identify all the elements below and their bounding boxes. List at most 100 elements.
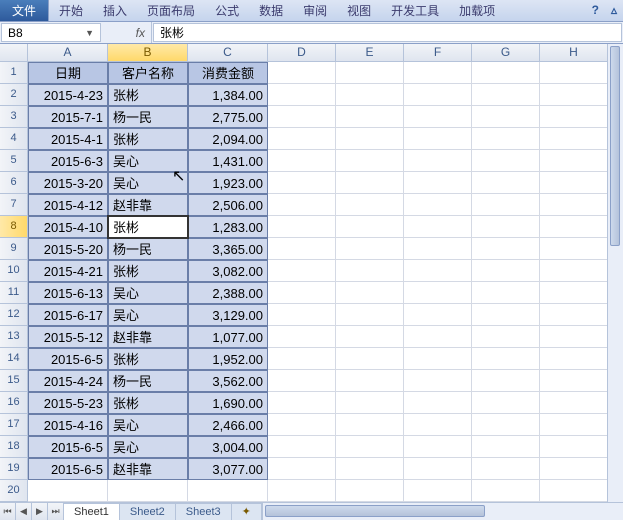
column-header-G[interactable]: G [472, 44, 540, 62]
cell-G6[interactable] [472, 172, 540, 194]
cell-E10[interactable] [336, 260, 404, 282]
row-header-20[interactable]: 20 [0, 480, 28, 502]
cell-H16[interactable] [540, 392, 608, 414]
cell-E9[interactable] [336, 238, 404, 260]
cell-C2[interactable]: 1,384.00 [188, 84, 268, 106]
cell-C8[interactable]: 1,283.00 [188, 216, 268, 238]
cell-D10[interactable] [268, 260, 336, 282]
column-header-E[interactable]: E [336, 44, 404, 62]
cell-E2[interactable] [336, 84, 404, 106]
ribbon-tab-5[interactable]: 审阅 [293, 0, 337, 21]
cell-H20[interactable] [540, 480, 608, 502]
cell-F1[interactable] [404, 62, 472, 84]
column-header-C[interactable]: C [188, 44, 268, 62]
cell-B11[interactable]: 吴心 [108, 282, 188, 304]
cell-F2[interactable] [404, 84, 472, 106]
cell-E4[interactable] [336, 128, 404, 150]
cell-A7[interactable]: 2015-4-12 [28, 194, 108, 216]
cell-D8[interactable] [268, 216, 336, 238]
fx-label[interactable]: fx [102, 22, 152, 43]
cell-F20[interactable] [404, 480, 472, 502]
sheet-tab-Sheet3[interactable]: Sheet3 [176, 503, 232, 520]
column-header-F[interactable]: F [404, 44, 472, 62]
cell-H12[interactable] [540, 304, 608, 326]
sheet-nav-2[interactable]: ▶ [32, 503, 48, 520]
cell-E12[interactable] [336, 304, 404, 326]
ribbon-tab-6[interactable]: 视图 [337, 0, 381, 21]
cell-B18[interactable]: 吴心 [108, 436, 188, 458]
cell-H10[interactable] [540, 260, 608, 282]
cell-C18[interactable]: 3,004.00 [188, 436, 268, 458]
cell-A6[interactable]: 2015-3-20 [28, 172, 108, 194]
formula-input[interactable]: 张彬 [153, 23, 622, 42]
cell-E11[interactable] [336, 282, 404, 304]
cell-G5[interactable] [472, 150, 540, 172]
select-all-corner[interactable] [0, 44, 28, 62]
cell-H2[interactable] [540, 84, 608, 106]
cell-C5[interactable]: 1,431.00 [188, 150, 268, 172]
sheet-tab-Sheet2[interactable]: Sheet2 [120, 503, 176, 520]
ribbon-tab-4[interactable]: 数据 [249, 0, 293, 21]
cell-C17[interactable]: 2,466.00 [188, 414, 268, 436]
cell-F11[interactable] [404, 282, 472, 304]
ribbon-tab-8[interactable]: 加载项 [449, 0, 505, 21]
cell-E5[interactable] [336, 150, 404, 172]
row-header-19[interactable]: 19 [0, 458, 28, 480]
vertical-scroll-thumb[interactable] [610, 46, 620, 246]
cell-G12[interactable] [472, 304, 540, 326]
cell-E15[interactable] [336, 370, 404, 392]
cell-D12[interactable] [268, 304, 336, 326]
cell-C20[interactable] [188, 480, 268, 502]
add-sheet-icon[interactable]: ✦ [232, 503, 262, 520]
column-header-B[interactable]: B [108, 44, 188, 62]
file-tab[interactable]: 文件 [0, 0, 49, 21]
cell-B9[interactable]: 杨一民 [108, 238, 188, 260]
cell-B8[interactable]: 张彬 [108, 216, 188, 238]
cell-B4[interactable]: 张彬 [108, 128, 188, 150]
cell-E3[interactable] [336, 106, 404, 128]
cell-F4[interactable] [404, 128, 472, 150]
cell-D5[interactable] [268, 150, 336, 172]
row-header-5[interactable]: 5 [0, 150, 28, 172]
cell-D15[interactable] [268, 370, 336, 392]
cell-A10[interactable]: 2015-4-21 [28, 260, 108, 282]
cell-D11[interactable] [268, 282, 336, 304]
cell-B13[interactable]: 赵非靠 [108, 326, 188, 348]
cell-F14[interactable] [404, 348, 472, 370]
ribbon-tab-0[interactable]: 开始 [49, 0, 93, 21]
cell-B10[interactable]: 张彬 [108, 260, 188, 282]
cells-area[interactable]: 日期客户名称消费金额2015-4-23张彬1,384.002015-7-1杨一民… [28, 62, 623, 502]
cell-A8[interactable]: 2015-4-10 [28, 216, 108, 238]
row-header-17[interactable]: 17 [0, 414, 28, 436]
cell-F17[interactable] [404, 414, 472, 436]
cell-H4[interactable] [540, 128, 608, 150]
cell-F6[interactable] [404, 172, 472, 194]
cell-D14[interactable] [268, 348, 336, 370]
cell-E13[interactable] [336, 326, 404, 348]
cell-D20[interactable] [268, 480, 336, 502]
cell-G11[interactable] [472, 282, 540, 304]
cell-D13[interactable] [268, 326, 336, 348]
cell-F16[interactable] [404, 392, 472, 414]
cell-D17[interactable] [268, 414, 336, 436]
cell-D4[interactable] [268, 128, 336, 150]
sheet-nav-3[interactable]: ⏭ [48, 503, 64, 520]
ribbon-tab-7[interactable]: 开发工具 [381, 0, 449, 21]
row-header-18[interactable]: 18 [0, 436, 28, 458]
row-header-1[interactable]: 1 [0, 62, 28, 84]
cell-E20[interactable] [336, 480, 404, 502]
column-header-A[interactable]: A [28, 44, 108, 62]
cell-B16[interactable]: 张彬 [108, 392, 188, 414]
row-header-6[interactable]: 6 [0, 172, 28, 194]
cell-F13[interactable] [404, 326, 472, 348]
vertical-scrollbar[interactable] [607, 44, 623, 502]
cell-H19[interactable] [540, 458, 608, 480]
row-header-2[interactable]: 2 [0, 84, 28, 106]
cell-A14[interactable]: 2015-6-5 [28, 348, 108, 370]
cell-H1[interactable] [540, 62, 608, 84]
cell-C19[interactable]: 3,077.00 [188, 458, 268, 480]
cell-C7[interactable]: 2,506.00 [188, 194, 268, 216]
cell-D19[interactable] [268, 458, 336, 480]
cell-C14[interactable]: 1,952.00 [188, 348, 268, 370]
cell-A4[interactable]: 2015-4-1 [28, 128, 108, 150]
